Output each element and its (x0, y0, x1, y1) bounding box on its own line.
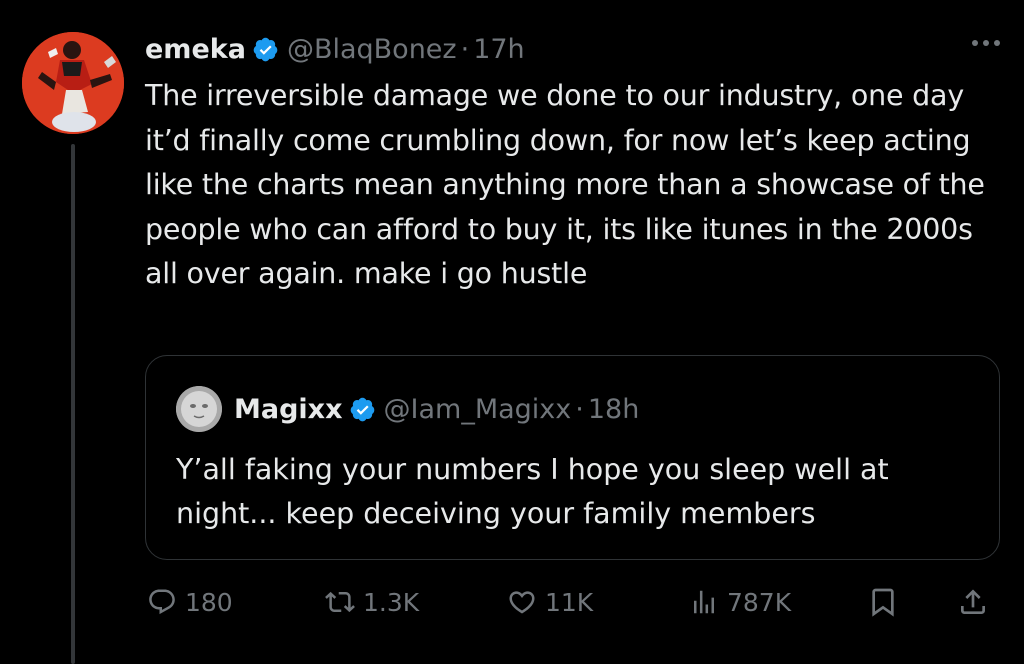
share-upload-icon (961, 589, 985, 614)
separator-dot: · (460, 33, 470, 65)
views-bar-icon (694, 590, 714, 614)
views-button[interactable]: 787K (689, 580, 791, 624)
quoted-author-avatar-image (176, 386, 222, 432)
reply-button[interactable]: 180 (147, 580, 233, 624)
action-bar: 180 1.3K 11K 787K (145, 580, 1005, 624)
verified-badge-icon[interactable] (349, 396, 376, 423)
bookmark-button[interactable] (867, 580, 899, 624)
quoted-tweet-text: Y’all faking your numbers I hope you sle… (176, 453, 889, 530)
thread-line (71, 144, 75, 664)
verified-badge-icon[interactable] (252, 36, 279, 63)
views-count: 787K (727, 587, 792, 617)
quoted-tweet-timestamp[interactable]: 18h (588, 394, 639, 425)
like-count: 11K (545, 587, 594, 617)
retweet-count: 1.3K (363, 587, 420, 617)
author-avatar-image (22, 32, 124, 134)
quoted-author-name[interactable]: Magixx (234, 394, 343, 425)
more-horizontal-icon[interactable] (972, 40, 1000, 46)
quoted-tweet-header: Magixx @Iam_Magixx · 18h (176, 386, 639, 432)
author-handle[interactable]: @BlaqBonez (287, 34, 457, 65)
tweet-text: The irreversible damage we done to our i… (145, 79, 985, 290)
heart-icon (509, 591, 535, 614)
author-avatar[interactable] (22, 32, 124, 134)
author-name[interactable]: emeka (145, 34, 246, 65)
reply-bubble-icon (149, 589, 175, 615)
share-button[interactable] (957, 580, 989, 624)
quoted-author-avatar[interactable] (176, 386, 222, 432)
tweet[interactable]: emeka @BlaqBonez · 17h The irreversible … (0, 0, 1024, 664)
like-button[interactable]: 11K (507, 580, 593, 624)
tweet-timestamp[interactable]: 17h (473, 34, 524, 65)
retweet-button[interactable]: 1.3K (325, 580, 419, 624)
reply-count: 180 (185, 587, 233, 617)
quoted-author-handle[interactable]: @Iam_Magixx (384, 394, 572, 425)
tweet-header: emeka @BlaqBonez · 17h (145, 32, 525, 66)
bookmark-icon (872, 588, 894, 617)
separator-dot: · (575, 393, 584, 425)
quoted-tweet[interactable]: Magixx @Iam_Magixx · 18h Y’all faking yo… (145, 355, 1000, 560)
retweet-icon (325, 591, 355, 613)
